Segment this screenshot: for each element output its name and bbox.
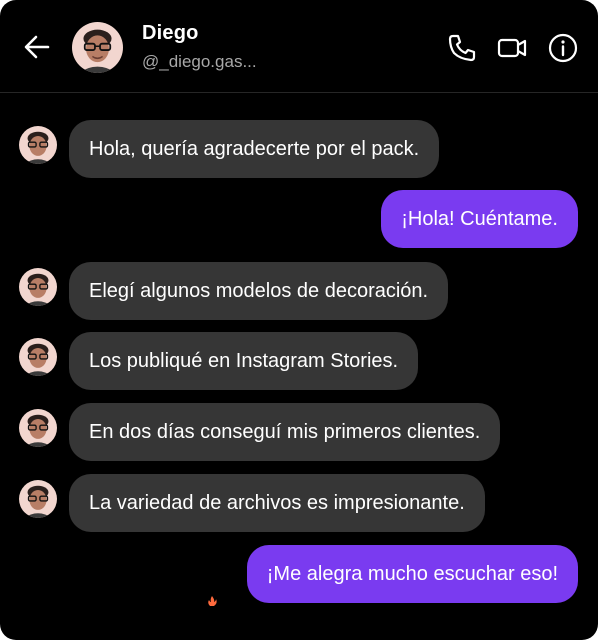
message-row: Los publiqué en Instagram Stories. xyxy=(0,332,598,390)
message-row: Hola, quería agradecerte por el pack. xyxy=(0,120,598,178)
avatar[interactable] xyxy=(19,268,57,306)
chat-window: Diego @_diego.gas... Hola, quería agrade… xyxy=(0,0,598,640)
message-bubble[interactable]: Elegí algunos modelos de decoración. xyxy=(69,262,449,320)
message-row: ¡Me alegra mucho escuchar eso! xyxy=(0,545,598,603)
avatar[interactable] xyxy=(19,126,57,164)
message-bubble[interactable]: La variedad de archivos es impresionante… xyxy=(69,474,485,532)
message-row: Elegí algunos modelos de decoración. xyxy=(0,262,598,320)
message-row: En dos días conseguí mis primeros client… xyxy=(0,403,598,461)
message-row: La variedad de archivos es impresionante… xyxy=(0,474,598,532)
contact-username: @_diego.gas... xyxy=(142,52,257,71)
message-bubble[interactable]: Hola, quería agradecerte por el pack. xyxy=(69,120,440,178)
video-camera-icon[interactable] xyxy=(496,32,528,64)
back-arrow-icon[interactable] xyxy=(22,32,52,62)
avatar[interactable] xyxy=(72,22,123,73)
message-bubble[interactable]: ¡Me alegra mucho escuchar eso! xyxy=(246,545,578,603)
avatar[interactable] xyxy=(19,480,57,518)
flame-icon xyxy=(206,596,218,606)
message-bubble[interactable]: Los publiqué en Instagram Stories. xyxy=(69,332,419,390)
avatar[interactable] xyxy=(19,409,57,447)
info-icon[interactable] xyxy=(547,32,579,64)
avatar[interactable] xyxy=(19,338,57,376)
chat-header: Diego @_diego.gas... xyxy=(0,0,598,93)
message-row: ¡Hola! Cuéntame. xyxy=(0,190,598,248)
message-bubble[interactable]: ¡Hola! Cuéntame. xyxy=(381,190,578,248)
message-bubble[interactable]: En dos días conseguí mis primeros client… xyxy=(69,403,501,461)
contact-name[interactable]: Diego xyxy=(142,22,199,45)
phone-icon[interactable] xyxy=(446,32,478,64)
